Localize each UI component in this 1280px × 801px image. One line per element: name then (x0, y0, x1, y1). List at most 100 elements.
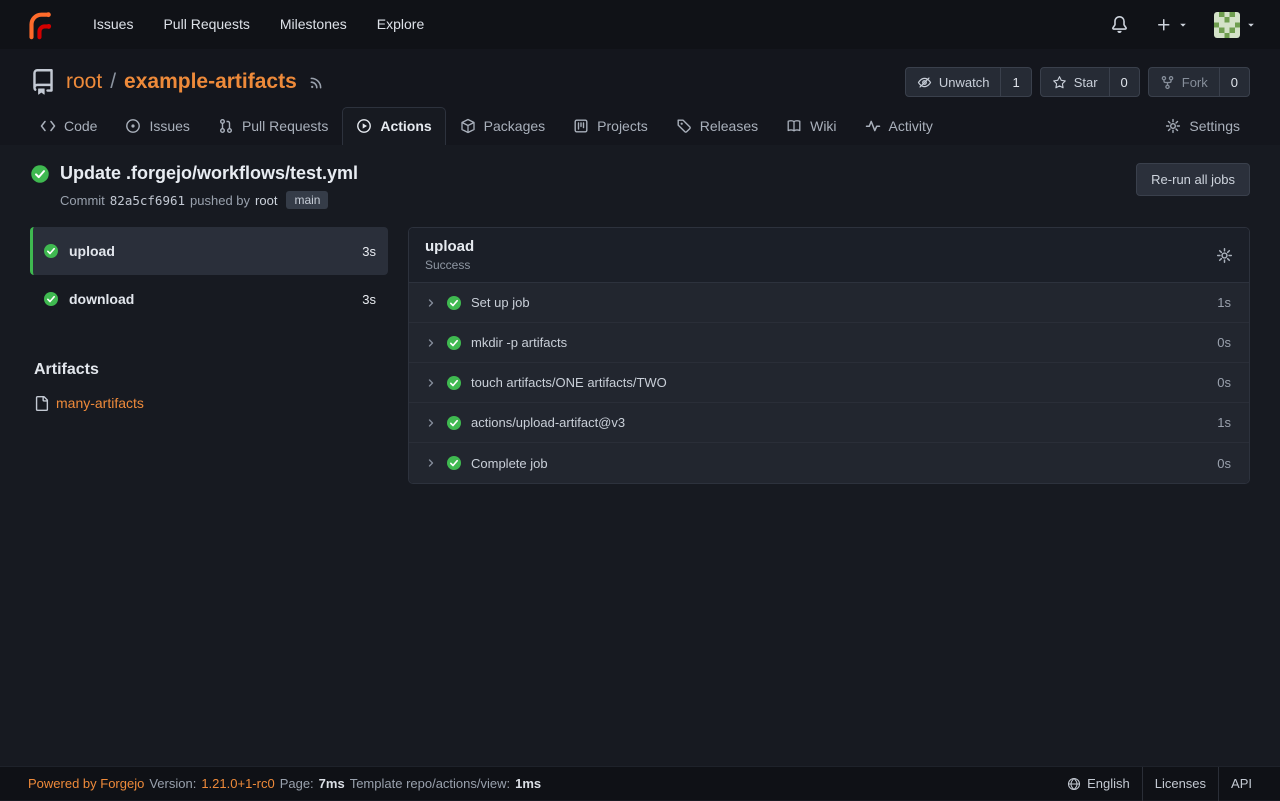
tab-code[interactable]: Code (26, 107, 111, 145)
step-name: Set up job (471, 295, 530, 310)
job-row-download[interactable]: download 3s (30, 275, 388, 323)
step-name: touch artifacts/ONE artifacts/TWO (471, 375, 667, 390)
footer: Powered by Forgejo Version: 1.21.0+1-rc0… (0, 766, 1280, 800)
repo-name-link[interactable]: example-artifacts (124, 70, 297, 94)
unwatch-button[interactable]: Unwatch (906, 68, 1001, 96)
tab-actions[interactable]: Actions (342, 107, 445, 145)
template-time-value: 1ms (515, 776, 541, 791)
repo-separator: / (110, 70, 116, 94)
nav-milestones[interactable]: Milestones (265, 0, 362, 49)
commit-line: Commit 82a5cf6961 pushed by root main (60, 191, 358, 209)
run-status-success-icon (30, 164, 50, 184)
step-success-icon (446, 375, 462, 391)
repo-icon (30, 69, 56, 95)
tab-releases[interactable]: Releases (662, 107, 772, 145)
version-link[interactable]: 1.21.0+1-rc0 (201, 776, 274, 791)
forgejo-logo-icon (24, 10, 54, 40)
tab-activity[interactable]: Activity (851, 107, 947, 145)
steps-list: Set up job 1s mkdir -p artifacts 0s touc… (409, 283, 1249, 483)
commit-sha-link[interactable]: 82a5cf6961 (110, 193, 185, 208)
file-icon (34, 396, 49, 411)
chevron-down-icon (1246, 20, 1256, 30)
star-icon (1052, 75, 1067, 90)
powered-by-link[interactable]: Powered by Forgejo (28, 776, 144, 791)
eye-slash-icon (917, 75, 932, 90)
nav-issues[interactable]: Issues (78, 0, 148, 49)
step-duration: 1s (1217, 415, 1231, 430)
tab-packages[interactable]: Packages (446, 107, 559, 145)
language-selector[interactable]: English (1055, 767, 1142, 801)
star-button[interactable]: Star (1041, 68, 1109, 96)
tag-icon (676, 118, 692, 134)
chevron-right-icon (425, 417, 437, 429)
nav-pull-requests[interactable]: Pull Requests (148, 0, 264, 49)
package-icon (460, 118, 476, 134)
issue-icon (125, 118, 141, 134)
tab-issues[interactable]: Issues (111, 107, 203, 145)
rss-feed-icon[interactable] (309, 75, 324, 90)
play-circle-icon (356, 118, 372, 134)
project-board-icon (573, 118, 589, 134)
tab-projects[interactable]: Projects (559, 107, 662, 145)
language-label: English (1087, 767, 1130, 801)
avatar (1214, 12, 1240, 38)
top-navbar: Issues Pull Requests Milestones Explore (0, 0, 1280, 49)
nav-explore[interactable]: Explore (362, 0, 439, 49)
bell-icon (1111, 16, 1128, 33)
licenses-link[interactable]: Licenses (1142, 767, 1218, 801)
stars-count[interactable]: 0 (1109, 68, 1139, 96)
gear-icon (1165, 118, 1181, 134)
step-row-upload-artifact[interactable]: actions/upload-artifact@v3 1s (409, 403, 1249, 443)
rerun-all-jobs-button[interactable]: Re-run all jobs (1136, 163, 1250, 196)
forks-count[interactable]: 0 (1219, 68, 1249, 96)
branch-badge[interactable]: main (286, 191, 328, 209)
create-new-menu[interactable] (1156, 17, 1188, 33)
step-name: mkdir -p artifacts (471, 335, 567, 350)
job-duration: 3s (362, 244, 376, 259)
repo-title: root / example-artifacts (66, 70, 297, 94)
tab-settings[interactable]: Settings (1151, 107, 1254, 145)
repo-tabs: Code Issues Pull Requests Actions Packag… (24, 107, 1256, 145)
notifications-button[interactable] (1111, 16, 1128, 33)
chevron-right-icon (425, 377, 437, 389)
code-icon (40, 118, 56, 134)
pull-request-icon (218, 118, 234, 134)
step-row-set-up-job[interactable]: Set up job 1s (409, 283, 1249, 323)
job-detail-name: upload (425, 238, 474, 255)
step-success-icon (446, 295, 462, 311)
step-name: actions/upload-artifact@v3 (471, 415, 625, 430)
fork-button[interactable]: Fork (1149, 68, 1219, 96)
fork-button-group: Fork 0 (1148, 67, 1250, 97)
template-time-label: Template repo/actions/view: (350, 776, 510, 791)
tab-wiki[interactable]: Wiki (772, 107, 850, 145)
job-detail-status: Success (425, 258, 474, 272)
unwatch-button-group: Unwatch 1 (905, 67, 1032, 97)
step-row-complete-job[interactable]: Complete job 0s (409, 443, 1249, 483)
run-title: Update .forgejo/workflows/test.yml (60, 163, 358, 184)
pusher-link[interactable]: root (255, 193, 277, 208)
pushed-by-label: pushed by (190, 193, 250, 208)
job-success-icon (43, 291, 59, 307)
job-name: download (69, 291, 134, 307)
job-row-upload[interactable]: upload 3s (30, 227, 388, 275)
chevron-right-icon (425, 337, 437, 349)
step-success-icon (446, 415, 462, 431)
step-row-mkdir[interactable]: mkdir -p artifacts 0s (409, 323, 1249, 363)
globe-icon (1067, 777, 1081, 791)
artifacts-heading: Artifacts (34, 361, 388, 379)
step-row-touch-artifacts[interactable]: touch artifacts/ONE artifacts/TWO 0s (409, 363, 1249, 403)
plus-icon (1156, 17, 1172, 33)
job-success-icon (43, 243, 59, 259)
book-icon (786, 118, 802, 134)
repo-header: root / example-artifacts Unwatch (0, 49, 1280, 145)
api-link[interactable]: API (1218, 767, 1252, 801)
actions-run-view: Update .forgejo/workflows/test.yml Commi… (0, 145, 1280, 766)
job-options-gear-icon[interactable] (1216, 247, 1233, 264)
artifact-link-many-artifacts[interactable]: many-artifacts (34, 395, 388, 411)
watchers-count[interactable]: 1 (1000, 68, 1030, 96)
forgejo-logo[interactable] (24, 10, 54, 40)
user-menu[interactable] (1214, 12, 1256, 38)
repo-owner-link[interactable]: root (66, 70, 102, 94)
tab-pull-requests[interactable]: Pull Requests (204, 107, 342, 145)
page-time-value: 7ms (319, 776, 345, 791)
